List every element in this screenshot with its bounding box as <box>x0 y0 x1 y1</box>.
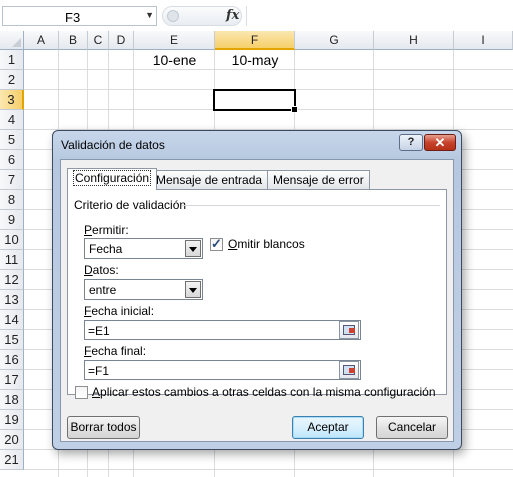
row-header-6[interactable]: 6 <box>0 150 24 170</box>
allow-select[interactable]: Fecha <box>84 238 203 259</box>
start-date-input[interactable]: =E1 <box>84 320 361 340</box>
allow-label-key: P <box>84 223 93 237</box>
cell-f1[interactable]: 10-may <box>215 50 295 70</box>
tab-label: Configuración <box>73 170 152 186</box>
ignore-blank-checkbox[interactable] <box>210 236 223 252</box>
ignore-blank-label-rest: mitir blancos <box>237 237 305 251</box>
close-button[interactable]: ✕ <box>424 134 456 151</box>
select-all-corner[interactable] <box>0 31 24 50</box>
collapse-dialog-button[interactable] <box>339 361 359 379</box>
column-header-d[interactable]: D <box>109 31 134 50</box>
allow-select-value: Fecha <box>89 242 123 256</box>
apply-all-label-rest: plicar estos cambios a otras celdas con … <box>100 385 436 399</box>
row-header-21[interactable]: 21 <box>0 450 24 470</box>
tab-configuracion[interactable]: Configuración <box>67 168 158 190</box>
column-header-i[interactable]: I <box>454 31 513 50</box>
formula-bar: F3 ▼ fx <box>0 0 513 32</box>
group-divider <box>182 205 440 206</box>
cell-e1[interactable]: 10-ene <box>134 50 215 70</box>
column-header-c[interactable]: C <box>88 31 109 50</box>
row-header-5[interactable]: 5 <box>0 130 24 150</box>
data-label-key: D <box>84 263 93 277</box>
column-header-a[interactable]: A <box>24 31 59 50</box>
data-label: Datos: <box>84 263 119 277</box>
row-header-15[interactable]: 15 <box>0 330 24 350</box>
range-selector-icon <box>343 365 355 375</box>
row-header-2[interactable]: 2 <box>0 70 24 90</box>
group-label: Criterio de validación <box>74 198 187 212</box>
row-header-16[interactable]: 16 <box>0 350 24 370</box>
tab-mensaje-entrada[interactable]: Mensaje de entrada <box>150 170 269 189</box>
row-header-13[interactable]: 13 <box>0 290 24 310</box>
help-button[interactable]: ? <box>399 134 423 151</box>
range-selector-icon <box>343 325 355 335</box>
row-header-3[interactable]: 3 <box>0 90 24 110</box>
chevron-down-icon[interactable] <box>185 240 201 257</box>
row-header-20[interactable]: 20 <box>0 430 24 450</box>
data-validation-dialog: Validación de datos ? ✕ Configuración Me… <box>52 130 462 450</box>
start-date-label-rest: echa inicial: <box>91 304 155 318</box>
row-header-14[interactable]: 14 <box>0 310 24 330</box>
row-header-18[interactable]: 18 <box>0 390 24 410</box>
row-header-9[interactable]: 9 <box>0 210 24 230</box>
allow-label-rest: ermitir: <box>92 223 129 237</box>
data-label-rest: atos: <box>92 263 119 277</box>
row-header-10[interactable]: 10 <box>0 230 24 250</box>
dialog-title: Validación de datos <box>61 138 165 152</box>
data-select[interactable]: entre <box>84 279 203 300</box>
collapse-dialog-button[interactable] <box>339 321 359 339</box>
apply-all-checkbox[interactable] <box>75 386 88 399</box>
splitter-handle-icon[interactable] <box>167 10 179 22</box>
clear-all-button[interactable]: Borrar todos <box>67 416 140 439</box>
gridline <box>24 469 513 470</box>
ignore-blank-label-key: O <box>228 237 238 251</box>
dialog-body: Configuración Mensaje de entrada Mensaje… <box>60 159 454 442</box>
ok-button[interactable]: Aceptar <box>292 416 364 439</box>
data-select-value: entre <box>89 283 117 297</box>
row-header-11[interactable]: 11 <box>0 250 24 270</box>
apply-all-label: Aplicar estos cambios a otras celdas con… <box>92 385 436 399</box>
end-date-label-rest: echa final: <box>91 344 147 358</box>
active-cell-f3[interactable] <box>213 89 298 113</box>
allow-label: Permitir: <box>84 223 129 237</box>
formula-input[interactable] <box>246 6 513 26</box>
column-header-f[interactable]: F <box>215 31 295 50</box>
row-header-4[interactable]: 4 <box>0 110 24 130</box>
row-header-17[interactable]: 17 <box>0 370 24 390</box>
end-date-value: =F1 <box>88 364 110 378</box>
name-box[interactable]: F3 ▼ <box>2 6 157 26</box>
tab-mensaje-error[interactable]: Mensaje de error <box>267 170 370 189</box>
row-header-1[interactable]: 1 <box>0 50 24 70</box>
row-header-19[interactable]: 19 <box>0 410 24 430</box>
start-date-value: =E1 <box>88 324 110 338</box>
column-header-h[interactable]: H <box>374 31 454 50</box>
column-header-e[interactable]: E <box>134 31 215 50</box>
name-box-value: F3 <box>65 10 81 25</box>
column-header-b[interactable]: B <box>59 31 88 50</box>
cancel-button[interactable]: Cancelar <box>376 416 448 439</box>
column-header-g[interactable]: G <box>295 31 374 50</box>
chevron-down-icon[interactable]: ▼ <box>145 10 154 20</box>
chevron-down-icon[interactable] <box>185 281 201 298</box>
tab-panel-configuracion: Criterio de validación Permitir: Fecha O… <box>67 189 447 395</box>
start-date-label: Fecha inicial: <box>84 304 154 318</box>
row-header-8[interactable]: 8 <box>0 190 24 210</box>
apply-all-label-key: A <box>92 385 101 399</box>
row-header-7[interactable]: 7 <box>0 170 24 190</box>
ignore-blank-label: Omitir blancos <box>228 237 305 251</box>
end-date-label: Fecha final: <box>84 344 146 358</box>
insert-function-icon[interactable]: fx <box>226 8 239 23</box>
row-header-12[interactable]: 12 <box>0 270 24 290</box>
end-date-input[interactable]: =F1 <box>84 360 361 380</box>
